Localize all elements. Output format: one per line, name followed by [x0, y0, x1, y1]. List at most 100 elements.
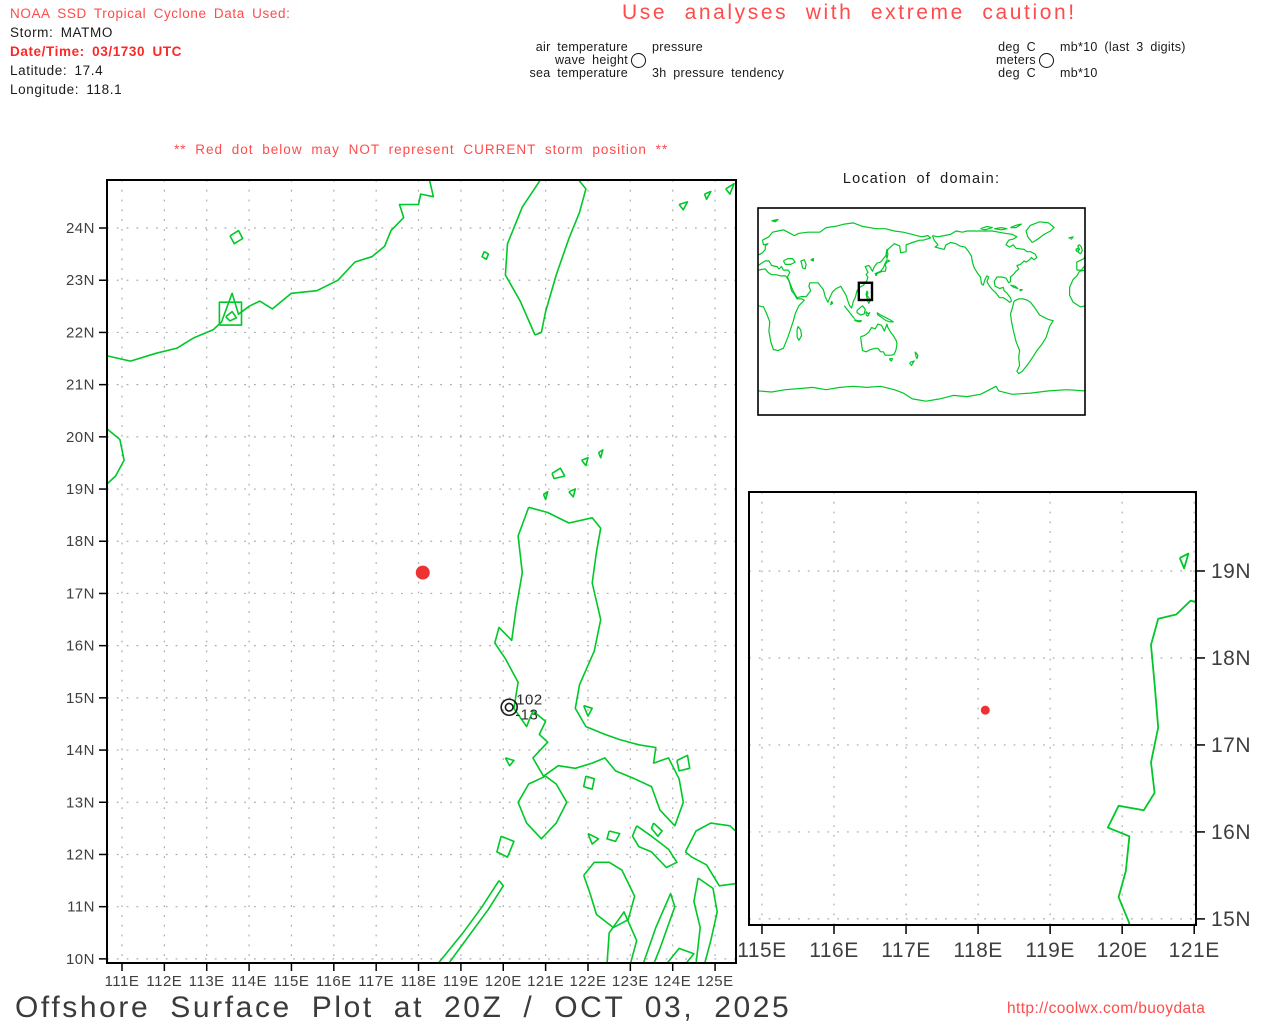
- coastline: [877, 313, 893, 322]
- coastline: [1085, 386, 1280, 401]
- coastline: [1070, 269, 1132, 351]
- coastline: [750, 223, 931, 308]
- main-lat-tick-label: 19N: [66, 481, 95, 498]
- coastline: [583, 361, 588, 366]
- main-map-axes: 24N23N22N21N20N19N18N17N16N15N14N13N12N1…: [66, 180, 736, 990]
- inset-lon-tick-label: 120E: [1097, 939, 1148, 962]
- coastline: [1076, 248, 1079, 251]
- coastline: [470, 326, 475, 340]
- coastline: [844, 306, 854, 319]
- coastline: [643, 894, 675, 965]
- inset-axes: 19N18N17N16N15N115E116E117E118E119E120E1…: [737, 492, 1251, 962]
- inset-lat-tick-label: 18N: [1211, 647, 1251, 670]
- main-lon-tick-label: 117E: [358, 973, 394, 990]
- coastline: [1181, 320, 1188, 322]
- coastline: [866, 312, 870, 317]
- main-lon-tick-label: 112E: [146, 973, 182, 990]
- main-lon-tick-label: 115E: [273, 973, 309, 990]
- main-lon-tick-label: 123E: [612, 973, 649, 990]
- inset-lon-tick-label: 121E: [1169, 939, 1220, 962]
- coastline: [530, 306, 538, 315]
- coastline: [1069, 237, 1074, 239]
- storm-position-dot-inset: [981, 706, 990, 715]
- coastline: [1259, 231, 1280, 302]
- coastline: [588, 834, 599, 844]
- coastline: [801, 260, 806, 269]
- coastline: [866, 291, 871, 304]
- main-lat-tick-label: 24N: [66, 220, 95, 237]
- coastline: [694, 878, 717, 964]
- coastline: [539, 291, 544, 304]
- storm-position-dot: [416, 566, 430, 580]
- coastline: [416, 269, 478, 351]
- coastline: [1138, 259, 1141, 261]
- coastline: [1026, 222, 1054, 243]
- main-lat-tick-label: 14N: [66, 742, 95, 759]
- coastline: [495, 507, 684, 826]
- coastline: [679, 202, 687, 210]
- main-lon-tick-label: 114E: [231, 973, 267, 990]
- coastline: [605, 231, 710, 302]
- coastline: [1204, 313, 1220, 322]
- main-lat-tick-label: 16N: [66, 638, 95, 655]
- coastline: [1193, 291, 1198, 304]
- coastline: [1188, 324, 1224, 355]
- main-lat-tick-label: 18N: [66, 533, 95, 550]
- coastline: [932, 231, 1037, 302]
- coastline: [699, 222, 727, 243]
- coastline: [505, 758, 514, 766]
- coastline: [994, 228, 1007, 230]
- main-lat-tick-label: 20N: [66, 429, 95, 446]
- plot-title: Offshore Surface Plot at 20Z / OCT 03, 2…: [15, 991, 791, 1024]
- coastline: [981, 226, 993, 229]
- coastline: [607, 912, 637, 964]
- coastline: [1124, 326, 1129, 340]
- main-lon-tick-label: 118E: [401, 973, 437, 990]
- coastline: [684, 285, 691, 288]
- main-lat-tick-label: 13N: [66, 794, 95, 811]
- coastline: [783, 259, 795, 265]
- plot-canvas: 24N23N22N21N20N19N18N17N16N15N14N13N12N1…: [0, 0, 1280, 1024]
- coastline: [1184, 306, 1192, 315]
- coastline: [861, 324, 897, 355]
- coastline: [890, 359, 893, 361]
- coastline: [1128, 260, 1133, 269]
- coastline: [749, 248, 752, 251]
- coastline: [667, 228, 680, 230]
- coastline: [423, 223, 604, 308]
- coastline: [550, 313, 566, 322]
- coastline: [1020, 290, 1023, 291]
- coastline: [797, 326, 802, 340]
- coastline: [705, 192, 711, 200]
- inset-lat-tick-label: 17N: [1211, 734, 1251, 757]
- main-lon-tick-label: 119E: [443, 973, 479, 990]
- coastline: [677, 755, 690, 771]
- inset-lon-tick-label: 117E: [881, 939, 931, 962]
- inset-lon-tick-label: 115E: [737, 939, 787, 962]
- coastline: [226, 312, 237, 321]
- coastline: [652, 823, 663, 836]
- source-url-link[interactable]: http://coolwx.com/buoydata: [1007, 1000, 1205, 1018]
- coastline: [474, 260, 479, 269]
- coastline: [559, 249, 561, 258]
- coastline: [693, 290, 696, 291]
- coastline: [505, 171, 586, 335]
- main-lon-tick-label: 111E: [105, 973, 140, 990]
- coastline: [811, 259, 814, 261]
- main-lon-tick-label: 124E: [654, 973, 691, 990]
- coastline: [584, 776, 595, 789]
- coastline: [1198, 493, 1205, 541]
- main-lon-tick-label: 121E: [527, 973, 564, 990]
- main-map-markers: 102-13: [416, 566, 543, 724]
- main-lat-tick-label: 22N: [66, 324, 95, 341]
- coastline: [456, 259, 468, 265]
- coastline: [563, 359, 566, 361]
- coastline: [1110, 259, 1122, 265]
- coastline: [742, 237, 747, 239]
- inset-gridlines: [749, 492, 1196, 925]
- coastline: [539, 312, 543, 317]
- coastline: [534, 324, 570, 355]
- coastline: [582, 458, 588, 466]
- coastline: [1158, 301, 1160, 305]
- coastline: [1217, 359, 1220, 361]
